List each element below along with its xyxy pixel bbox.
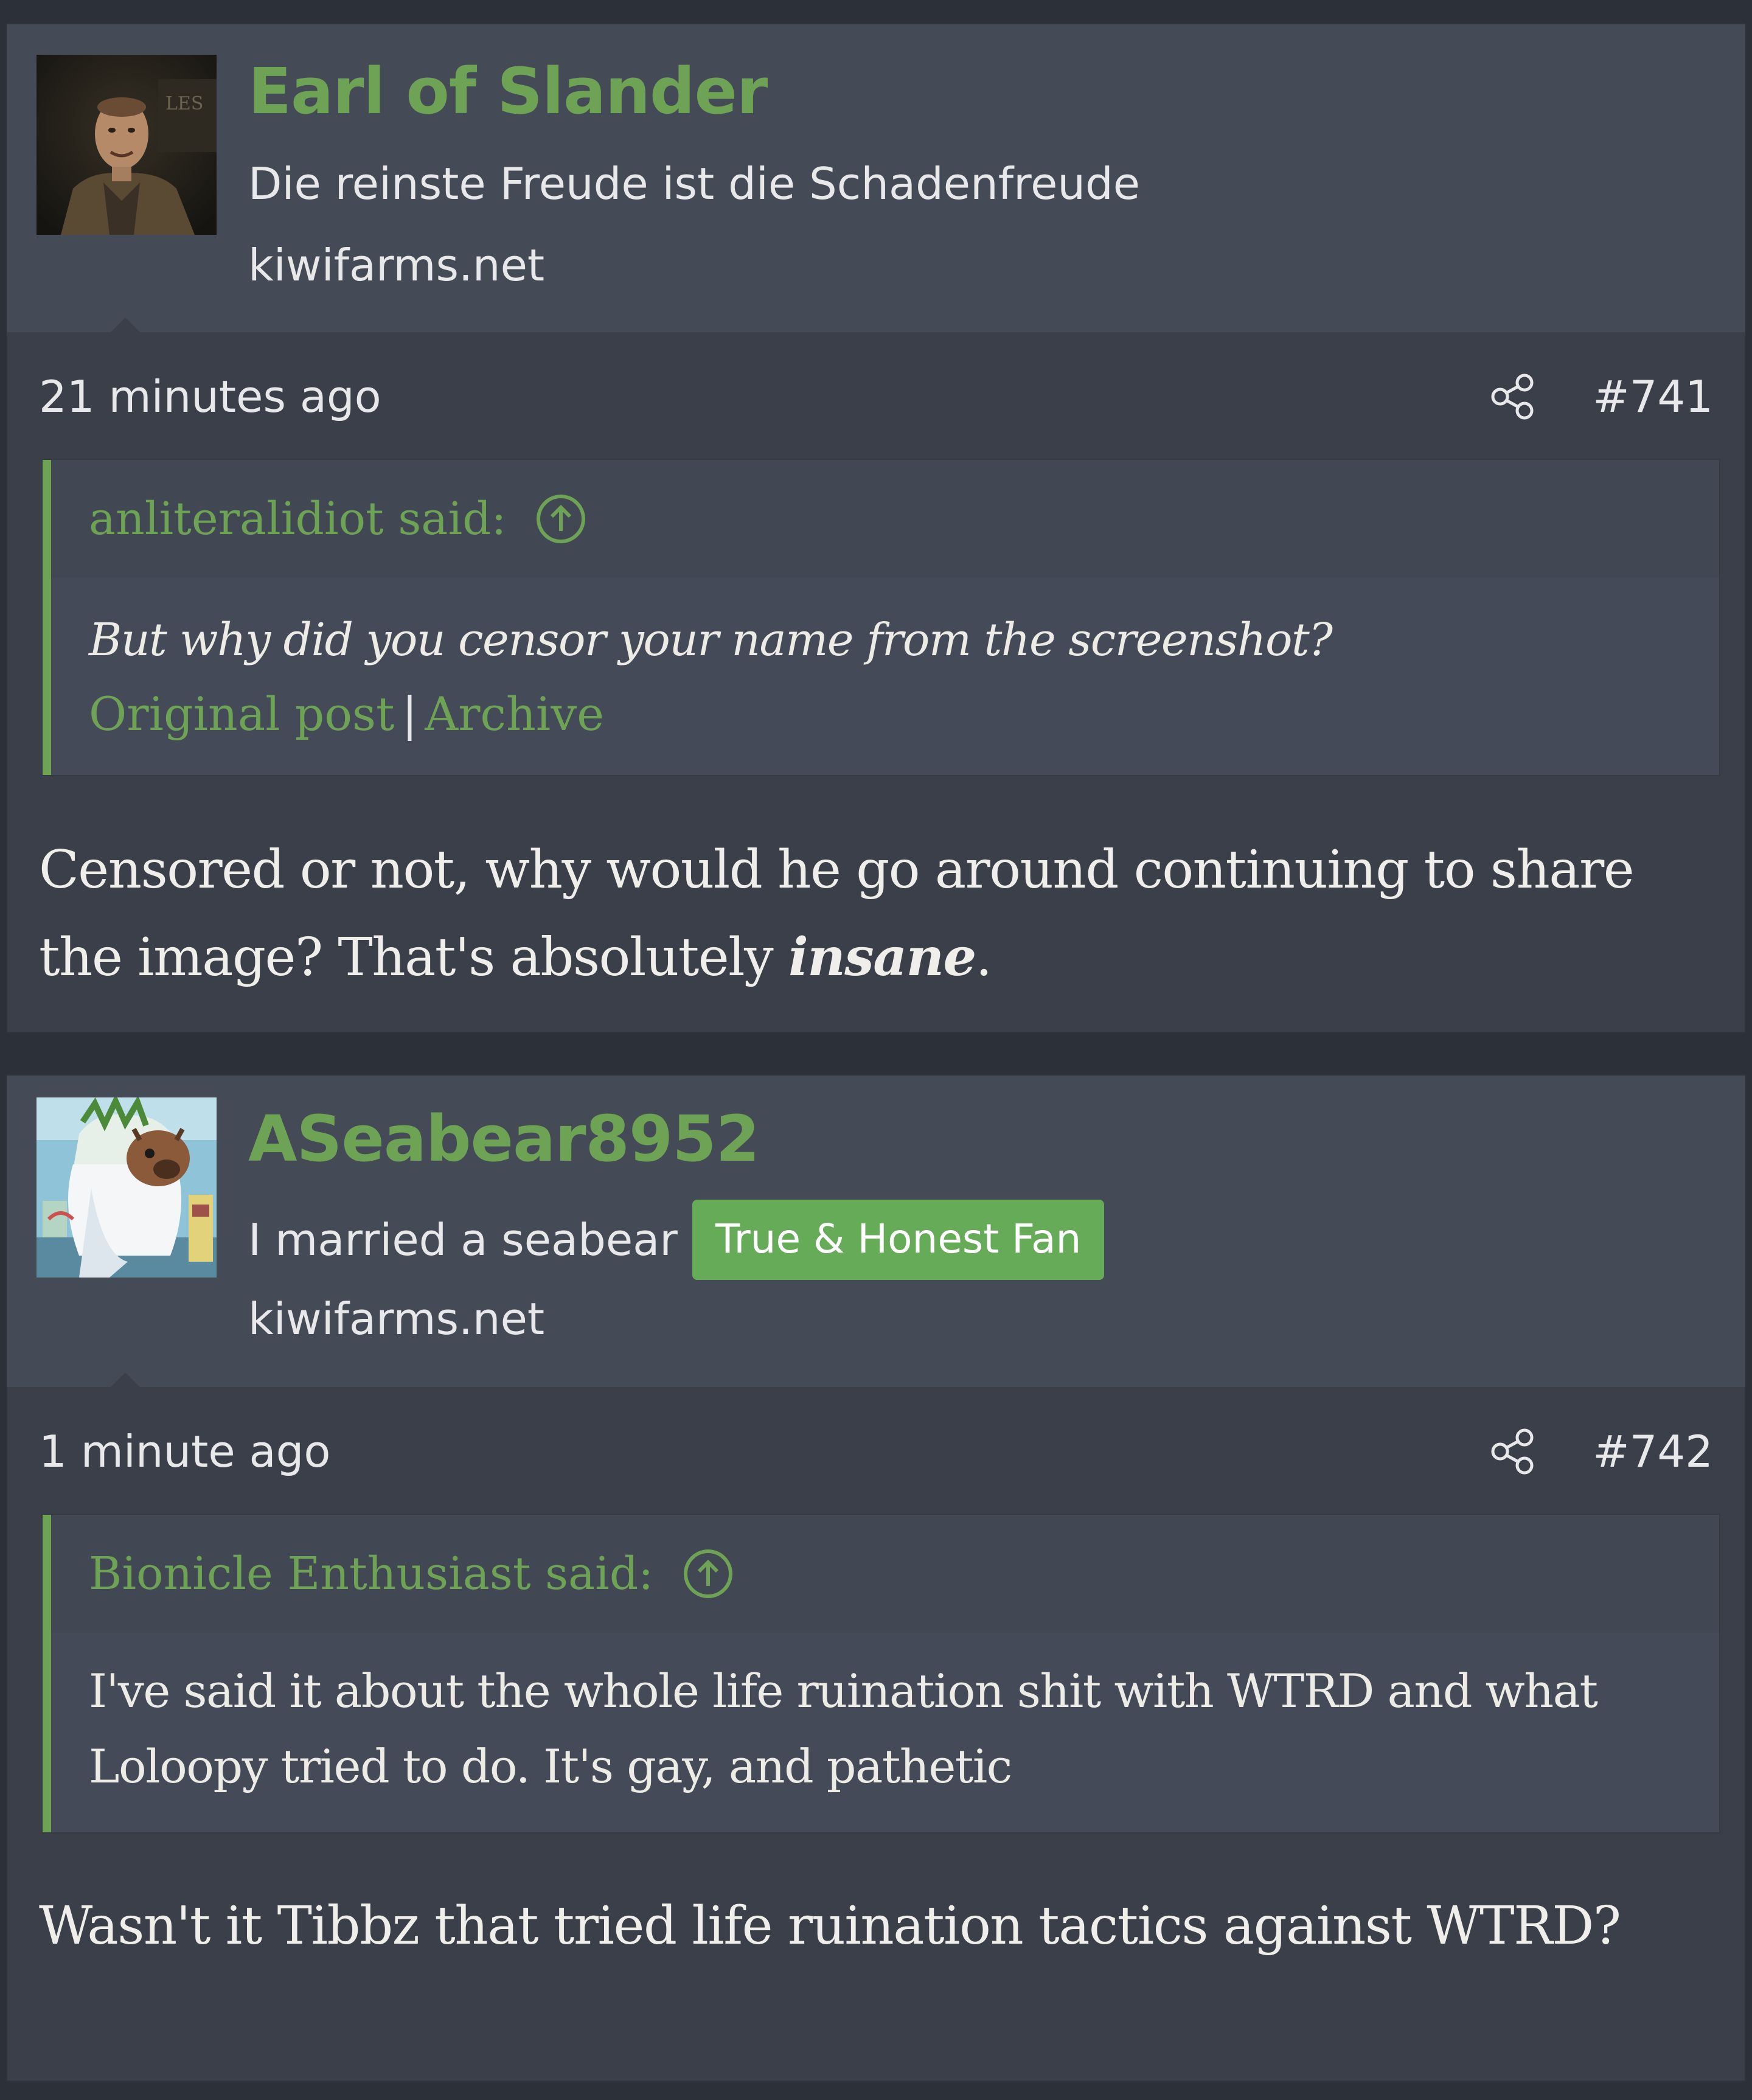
user-header: ASeabear8952 I married a seabear True & … bbox=[7, 1076, 1745, 1387]
avatar[interactable] bbox=[36, 1097, 217, 1278]
username[interactable]: Earl of Slander bbox=[248, 60, 768, 123]
quote-author: Bionicle Enthusiast said: bbox=[89, 1548, 654, 1600]
user-banner-badge: True & Honest Fan bbox=[692, 1200, 1105, 1280]
post-meta: 1 minute ago #742 bbox=[39, 1421, 1713, 1482]
post-742: ASeabear8952 I married a seabear True & … bbox=[7, 1076, 1745, 2081]
post-741: LES Earl of Slander Die reinste Freude i… bbox=[7, 24, 1745, 1032]
post-actions: #742 bbox=[1489, 1428, 1713, 1475]
post-body: Wasn't it Tibbz that tried life ruinatio… bbox=[39, 1896, 1621, 1956]
avatar-image: LES bbox=[36, 55, 217, 235]
post-number[interactable]: #741 bbox=[1593, 375, 1713, 419]
username[interactable]: ASeabear8952 bbox=[248, 1107, 760, 1170]
user-site: kiwifarms.net bbox=[248, 240, 545, 291]
post-body-emphasis: insane bbox=[788, 927, 976, 988]
user-title: I married a seabear bbox=[248, 1214, 678, 1265]
quote-header: anliteralidiot said: bbox=[51, 460, 1719, 578]
quote-links: Original post | Archive bbox=[89, 691, 604, 737]
post-timestamp[interactable]: 21 minutes ago bbox=[39, 375, 381, 419]
quote-block: anliteralidiot said: But why did you cen… bbox=[43, 460, 1719, 775]
user-header: LES Earl of Slander Die reinste Freude i… bbox=[7, 24, 1745, 332]
post-number[interactable]: #742 bbox=[1593, 1430, 1713, 1473]
user-title-row: I married a seabear True & Honest Fan bbox=[248, 1198, 1105, 1281]
original-post-link[interactable]: Original post bbox=[89, 687, 395, 741]
arrow-up-circle-icon[interactable] bbox=[683, 1548, 734, 1599]
share-icon[interactable] bbox=[1489, 373, 1537, 420]
post-body: Censored or not, why would he go around … bbox=[39, 826, 1684, 1001]
post-actions: #741 bbox=[1489, 373, 1713, 420]
quote-text: But why did you censor your name from th… bbox=[89, 614, 1333, 666]
archive-link[interactable]: Archive bbox=[425, 687, 604, 741]
header-pointer bbox=[109, 318, 141, 333]
quote-block: Bionicle Enthusiast said: I've said it a… bbox=[43, 1515, 1719, 1832]
post-timestamp[interactable]: 1 minute ago bbox=[39, 1430, 330, 1473]
user-title: Die reinste Freude ist die Schadenfreude bbox=[248, 158, 1141, 209]
post-meta: 21 minutes ago #741 bbox=[39, 366, 1713, 427]
quote-header: Bionicle Enthusiast said: bbox=[51, 1515, 1719, 1633]
header-pointer bbox=[109, 1372, 141, 1388]
link-separator: | bbox=[401, 687, 418, 741]
svg-text:LES: LES bbox=[165, 93, 203, 114]
user-site: kiwifarms.net bbox=[248, 1293, 545, 1344]
post-body-end: . bbox=[975, 927, 992, 988]
avatar-image bbox=[36, 1097, 217, 1278]
quote-text: I've said it about the whole life ruinat… bbox=[89, 1664, 1598, 1793]
share-icon[interactable] bbox=[1489, 1428, 1537, 1475]
quote-author: anliteralidiot said: bbox=[89, 493, 507, 545]
avatar[interactable]: LES bbox=[36, 55, 217, 235]
arrow-up-circle-icon[interactable] bbox=[535, 493, 586, 544]
